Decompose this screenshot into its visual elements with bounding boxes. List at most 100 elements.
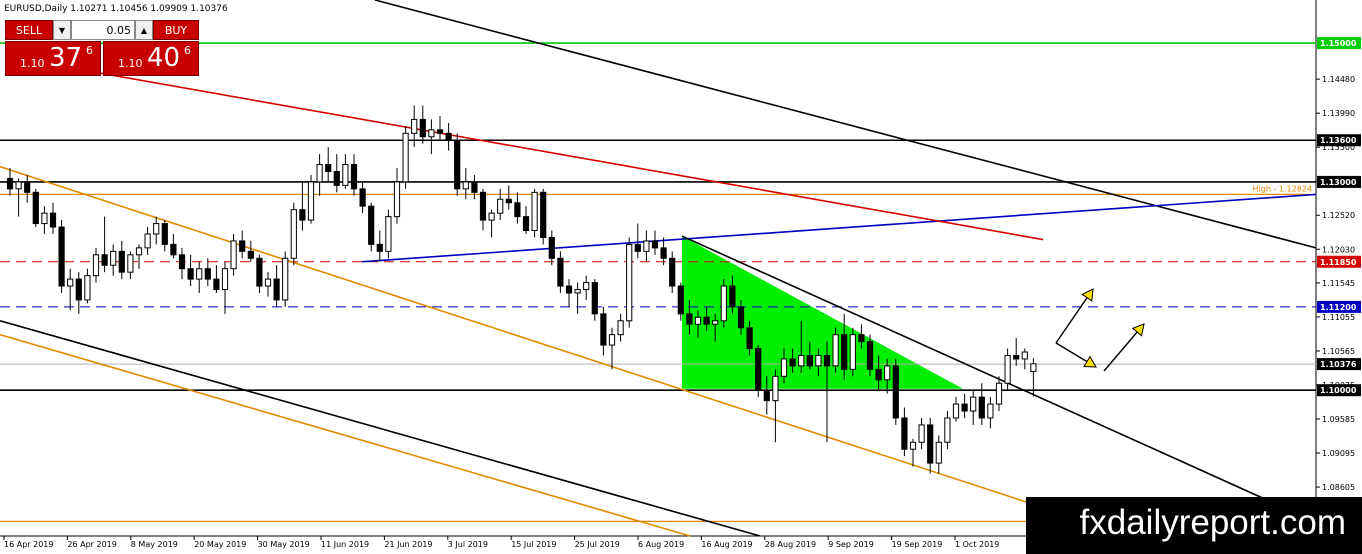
chart-background <box>0 0 1362 554</box>
candle-body-bear <box>247 250 254 259</box>
candle-body-bear <box>703 316 710 325</box>
price-tick-label: 1.12030 <box>1322 245 1355 254</box>
sell-button[interactable]: SELL <box>5 20 53 40</box>
candle <box>540 188 547 245</box>
candle-body-bear <box>118 250 125 273</box>
time-tick-label: 8 May 2019 <box>131 540 178 549</box>
candle-body-bear <box>961 403 968 412</box>
candle <box>402 126 409 189</box>
candle-body-bear <box>49 212 57 228</box>
time-tick-label: 26 Apr 2019 <box>67 540 116 549</box>
price-tick-label: 1.12520 <box>1322 211 1355 220</box>
candle-body-bear <box>213 278 220 291</box>
candle-body-bear <box>333 170 340 186</box>
candle-body-bull <box>918 424 925 443</box>
candle-body-bear <box>187 268 194 280</box>
price-tick-label: 1.13990 <box>1322 109 1355 118</box>
candle-body-bull <box>574 289 581 294</box>
time-tick-label: 16 Aug 2019 <box>701 540 752 549</box>
candle-body-bull <box>832 334 839 367</box>
candle-body-bear <box>101 254 108 266</box>
candle-body-bear <box>729 285 736 308</box>
high-annotation: High - 1.12824 <box>1253 184 1312 193</box>
candle-body-bull <box>626 243 633 322</box>
candle <box>849 327 856 377</box>
candle-body-bull <box>135 247 143 256</box>
candle-body-bear <box>505 198 512 204</box>
candle-body-bear <box>256 257 263 287</box>
sell-price-pips: 37 <box>49 43 83 73</box>
candle-body-bull <box>531 191 538 232</box>
candle-body-bull <box>411 118 418 134</box>
candle-body-bear <box>591 282 598 315</box>
candle-body-bull <box>952 403 960 419</box>
time-tick-label: 20 May 2019 <box>194 540 246 549</box>
price-label-black: 1.10000 <box>1317 384 1361 397</box>
candle <box>58 220 65 293</box>
candle-body-bull <box>608 334 616 346</box>
price-tick-label: 1.14480 <box>1322 75 1355 84</box>
candle-body-bull <box>316 164 323 183</box>
candle-body-bear <box>58 226 65 287</box>
candle-body-bear <box>540 191 547 238</box>
candle-body-bear <box>239 240 246 252</box>
candle-body-bear <box>170 243 177 256</box>
price-tick-label: 1.08605 <box>1322 483 1355 492</box>
candle <box>385 209 392 259</box>
lot-decrease-button[interactable]: ▼ <box>53 20 71 40</box>
price-tick-label: 1.10565 <box>1322 347 1355 356</box>
time-tick-label: 30 May 2019 <box>258 540 310 549</box>
sell-price-prefix: 1.10 <box>20 57 45 70</box>
candle <box>32 188 39 228</box>
time-tick-label: 15 Jul 2019 <box>511 540 556 549</box>
time-tick-label: 16 Apr 2019 <box>4 540 53 549</box>
buy-price-display[interactable]: 1.10 40 6 <box>103 41 199 76</box>
candle-body-bull <box>230 240 237 270</box>
candle <box>626 237 633 328</box>
candle-body-bear <box>350 164 358 190</box>
candle-body-bull <box>428 129 435 138</box>
candle-body-bull <box>67 278 74 287</box>
lot-increase-button[interactable]: ▲ <box>135 20 153 40</box>
candle <box>307 174 315 224</box>
candle-body-bear <box>669 257 676 287</box>
buy-price-prefix: 1.10 <box>118 57 143 70</box>
candle-body-bear <box>841 334 848 370</box>
price-label-text: 1.11850 <box>1320 258 1357 267</box>
chart-window: 1.144801.139901.135001.130101.125201.120… <box>0 0 1362 554</box>
candle-body-bull <box>944 417 951 443</box>
buy-price-fraction: 6 <box>184 44 191 57</box>
candle-body-bear <box>368 205 375 245</box>
candle-body-bull <box>935 441 942 464</box>
candle-body-bear <box>436 129 444 134</box>
candle-body-bull <box>772 375 779 402</box>
candle-body-bull <box>15 181 22 190</box>
price-label-black: 1.13600 <box>1317 134 1361 147</box>
buy-button[interactable]: BUY <box>153 20 199 40</box>
price-chart[interactable]: 1.144801.139901.135001.130101.125201.120… <box>0 0 1362 554</box>
candle-body-bear <box>454 139 461 190</box>
candle-body-bear <box>858 334 865 343</box>
candle-body-bull <box>1004 354 1011 384</box>
candle-body-bear <box>299 209 306 221</box>
sell-price-display[interactable]: 1.10 37 6 <box>5 41 101 76</box>
candle-body-bear <box>737 306 745 329</box>
candle-body-bull <box>84 275 91 301</box>
candle-body-bull <box>92 254 100 277</box>
candle-body-bull <box>488 212 495 221</box>
candle-body-bull <box>720 285 727 322</box>
price-label-text: 1.15000 <box>1320 39 1357 48</box>
candle-body-bear <box>634 243 641 252</box>
candle-body-bear <box>677 285 684 315</box>
candle-body-bull <box>282 257 289 301</box>
candle-body-bull <box>402 132 409 183</box>
candle-body-bear <box>1013 354 1020 360</box>
candle-body-bull <box>290 209 297 259</box>
candle-body-bull <box>780 358 788 377</box>
candle <box>282 251 289 307</box>
candle <box>755 345 762 398</box>
candle-body-bull <box>264 278 272 287</box>
candle-body-bear <box>875 368 882 381</box>
lot-size-input[interactable] <box>71 20 135 40</box>
candle-body-bear <box>161 223 168 245</box>
